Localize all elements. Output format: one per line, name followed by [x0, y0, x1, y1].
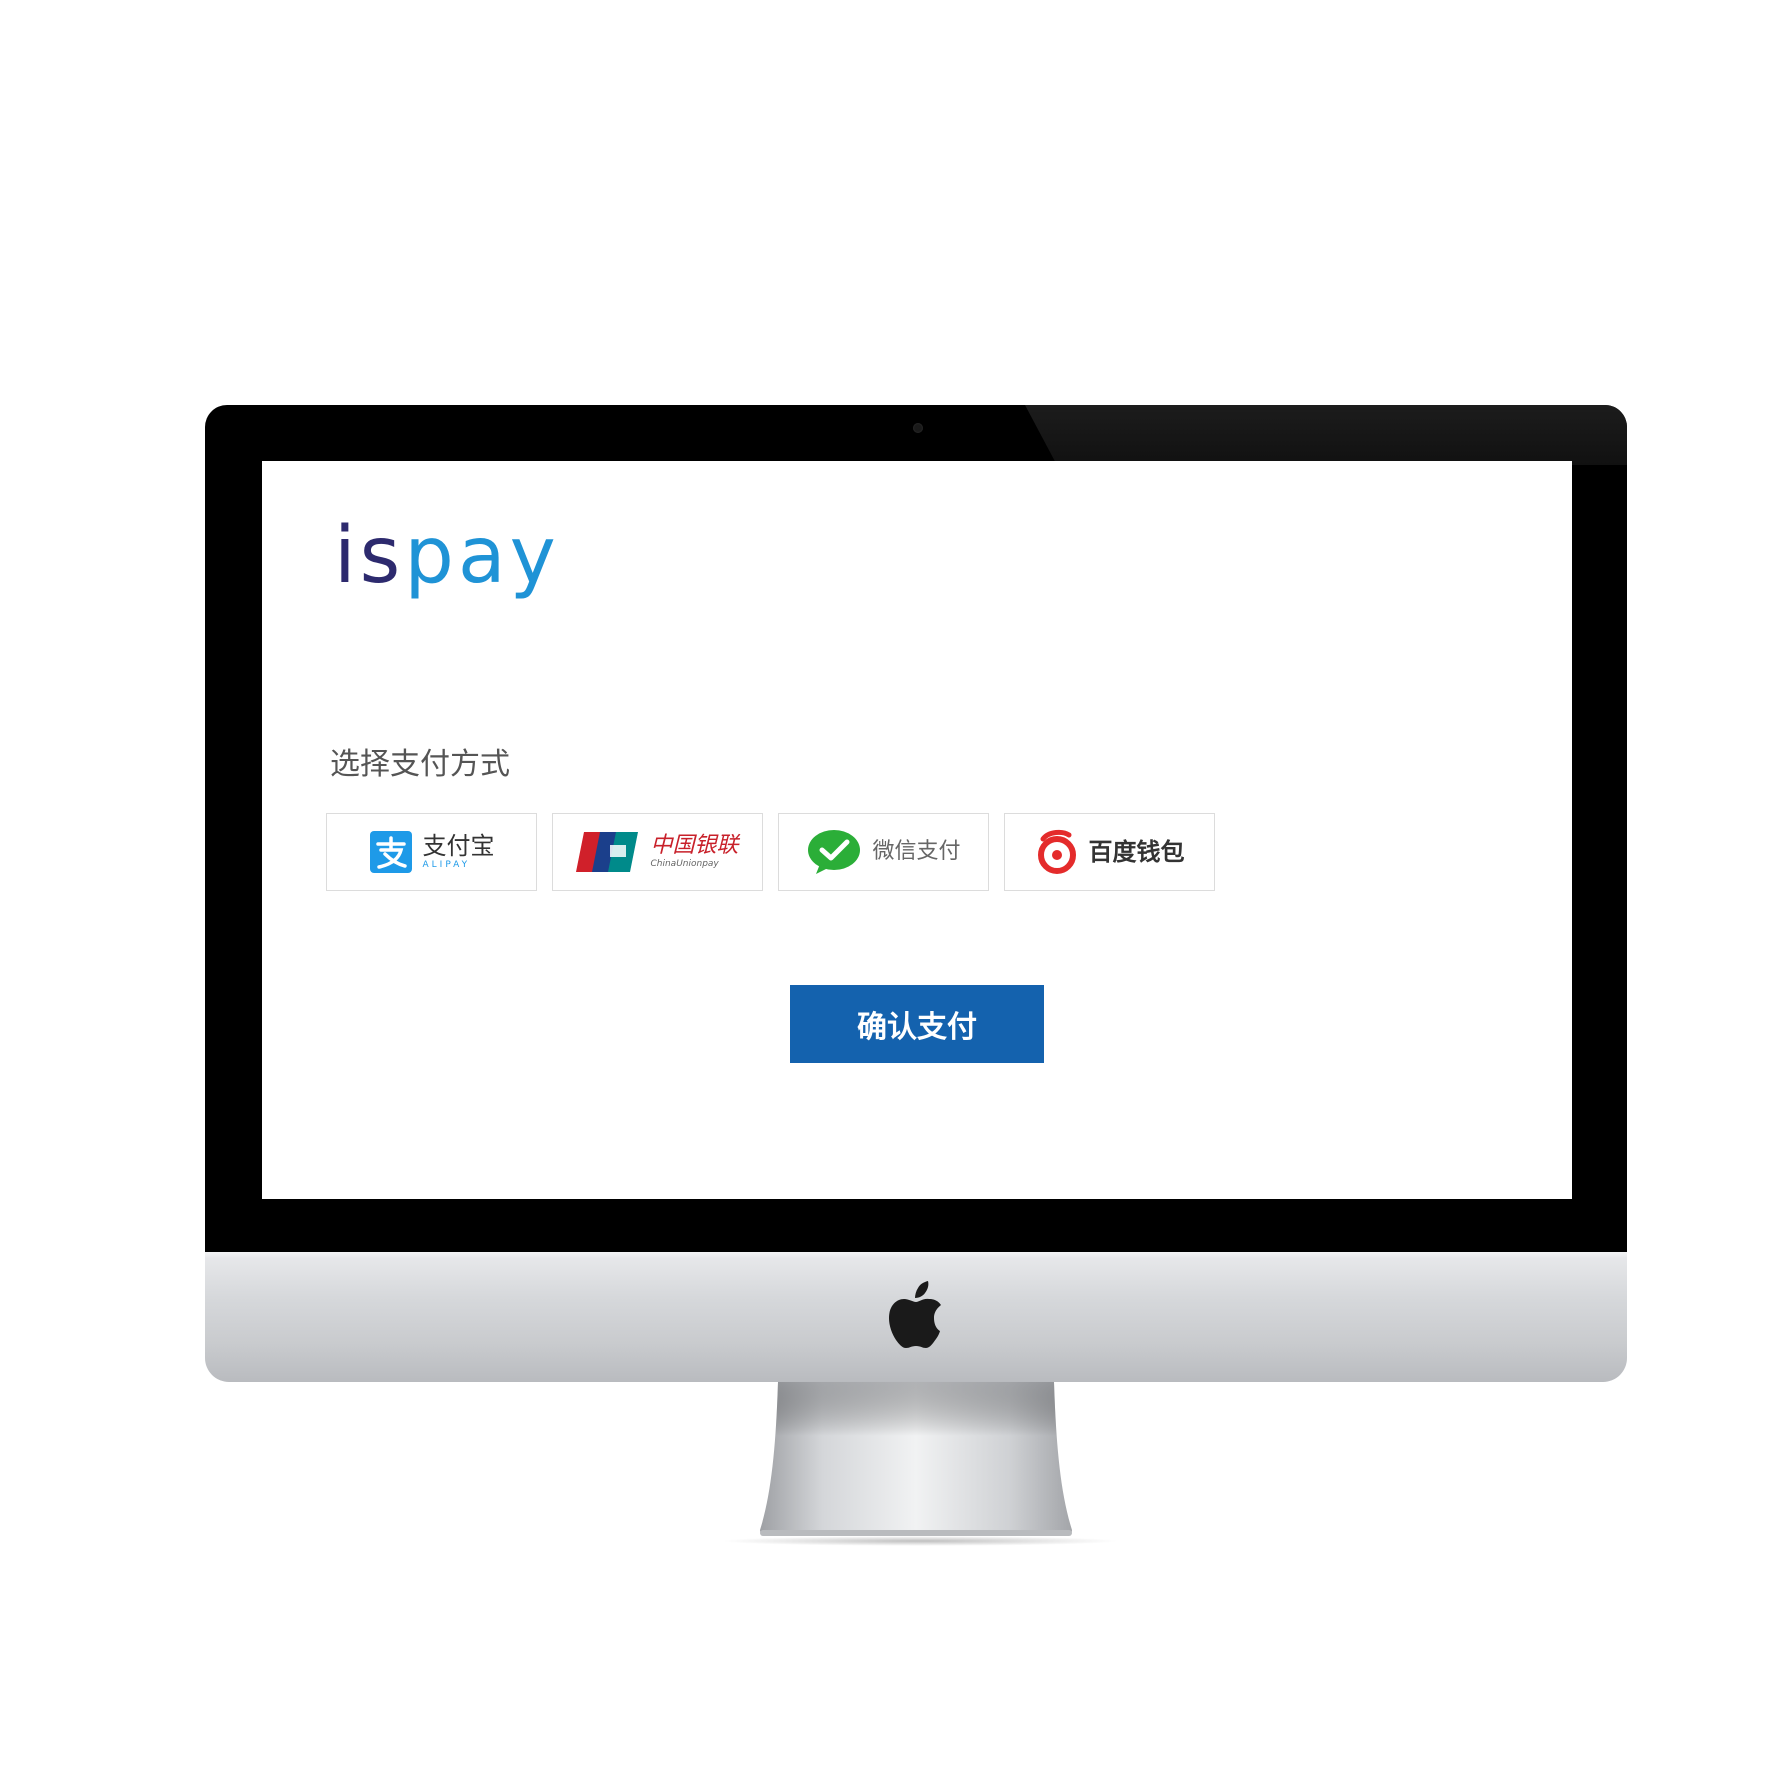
wechat-pay-icon [808, 830, 861, 874]
imac-mockup: ispay 选择支付方式 支付宝 ALIPAY 中国银联 ChinaUnionp… [0, 0, 1791, 1791]
unionpay-sublabel: ChinaUnionpay [650, 859, 719, 869]
checkout-screen: ispay 选择支付方式 支付宝 ALIPAY 中国银联 ChinaUnionp… [262, 461, 1572, 1199]
unionpay-icon [576, 832, 639, 872]
payment-method-heading: 选择支付方式 [330, 747, 510, 782]
bezel-reflection [1025, 405, 1627, 465]
brand-logo-part1: is [334, 511, 405, 601]
payment-option-wechat-pay[interactable]: 微信支付 [778, 813, 989, 891]
payment-option-baidu-wallet[interactable]: 百度钱包 [1004, 813, 1215, 891]
payment-option-unionpay[interactable]: 中国银联 ChinaUnionpay [552, 813, 763, 891]
payment-method-list: 支付宝 ALIPAY 中国银联 ChinaUnionpay 微信支付 百度钱包 [326, 813, 1215, 891]
baidu-wallet-icon [1037, 829, 1076, 874]
baidu-wallet-label: 百度钱包 [1088, 838, 1185, 866]
brand-logo: ispay [334, 517, 560, 595]
confirm-payment-button[interactable]: 确认支付 [790, 985, 1044, 1063]
payment-option-alipay[interactable]: 支付宝 ALIPAY [326, 813, 537, 891]
brand-logo-part2: pay [404, 511, 560, 601]
alipay-text: 支付宝 ALIPAY [423, 834, 495, 870]
monitor-stand [760, 1382, 1072, 1536]
alipay-label: 支付宝 [422, 832, 495, 860]
unionpay-label: 中国银联 [650, 833, 739, 858]
camera-icon [913, 423, 923, 433]
alipay-icon [369, 831, 412, 873]
stand-shadow [720, 1536, 1120, 1546]
apple-logo-icon [889, 1281, 941, 1348]
wechat-pay-label: 微信支付 [872, 839, 961, 864]
unionpay-text: 中国银联 ChinaUnionpay [650, 835, 738, 869]
alipay-sublabel: ALIPAY [422, 860, 471, 870]
